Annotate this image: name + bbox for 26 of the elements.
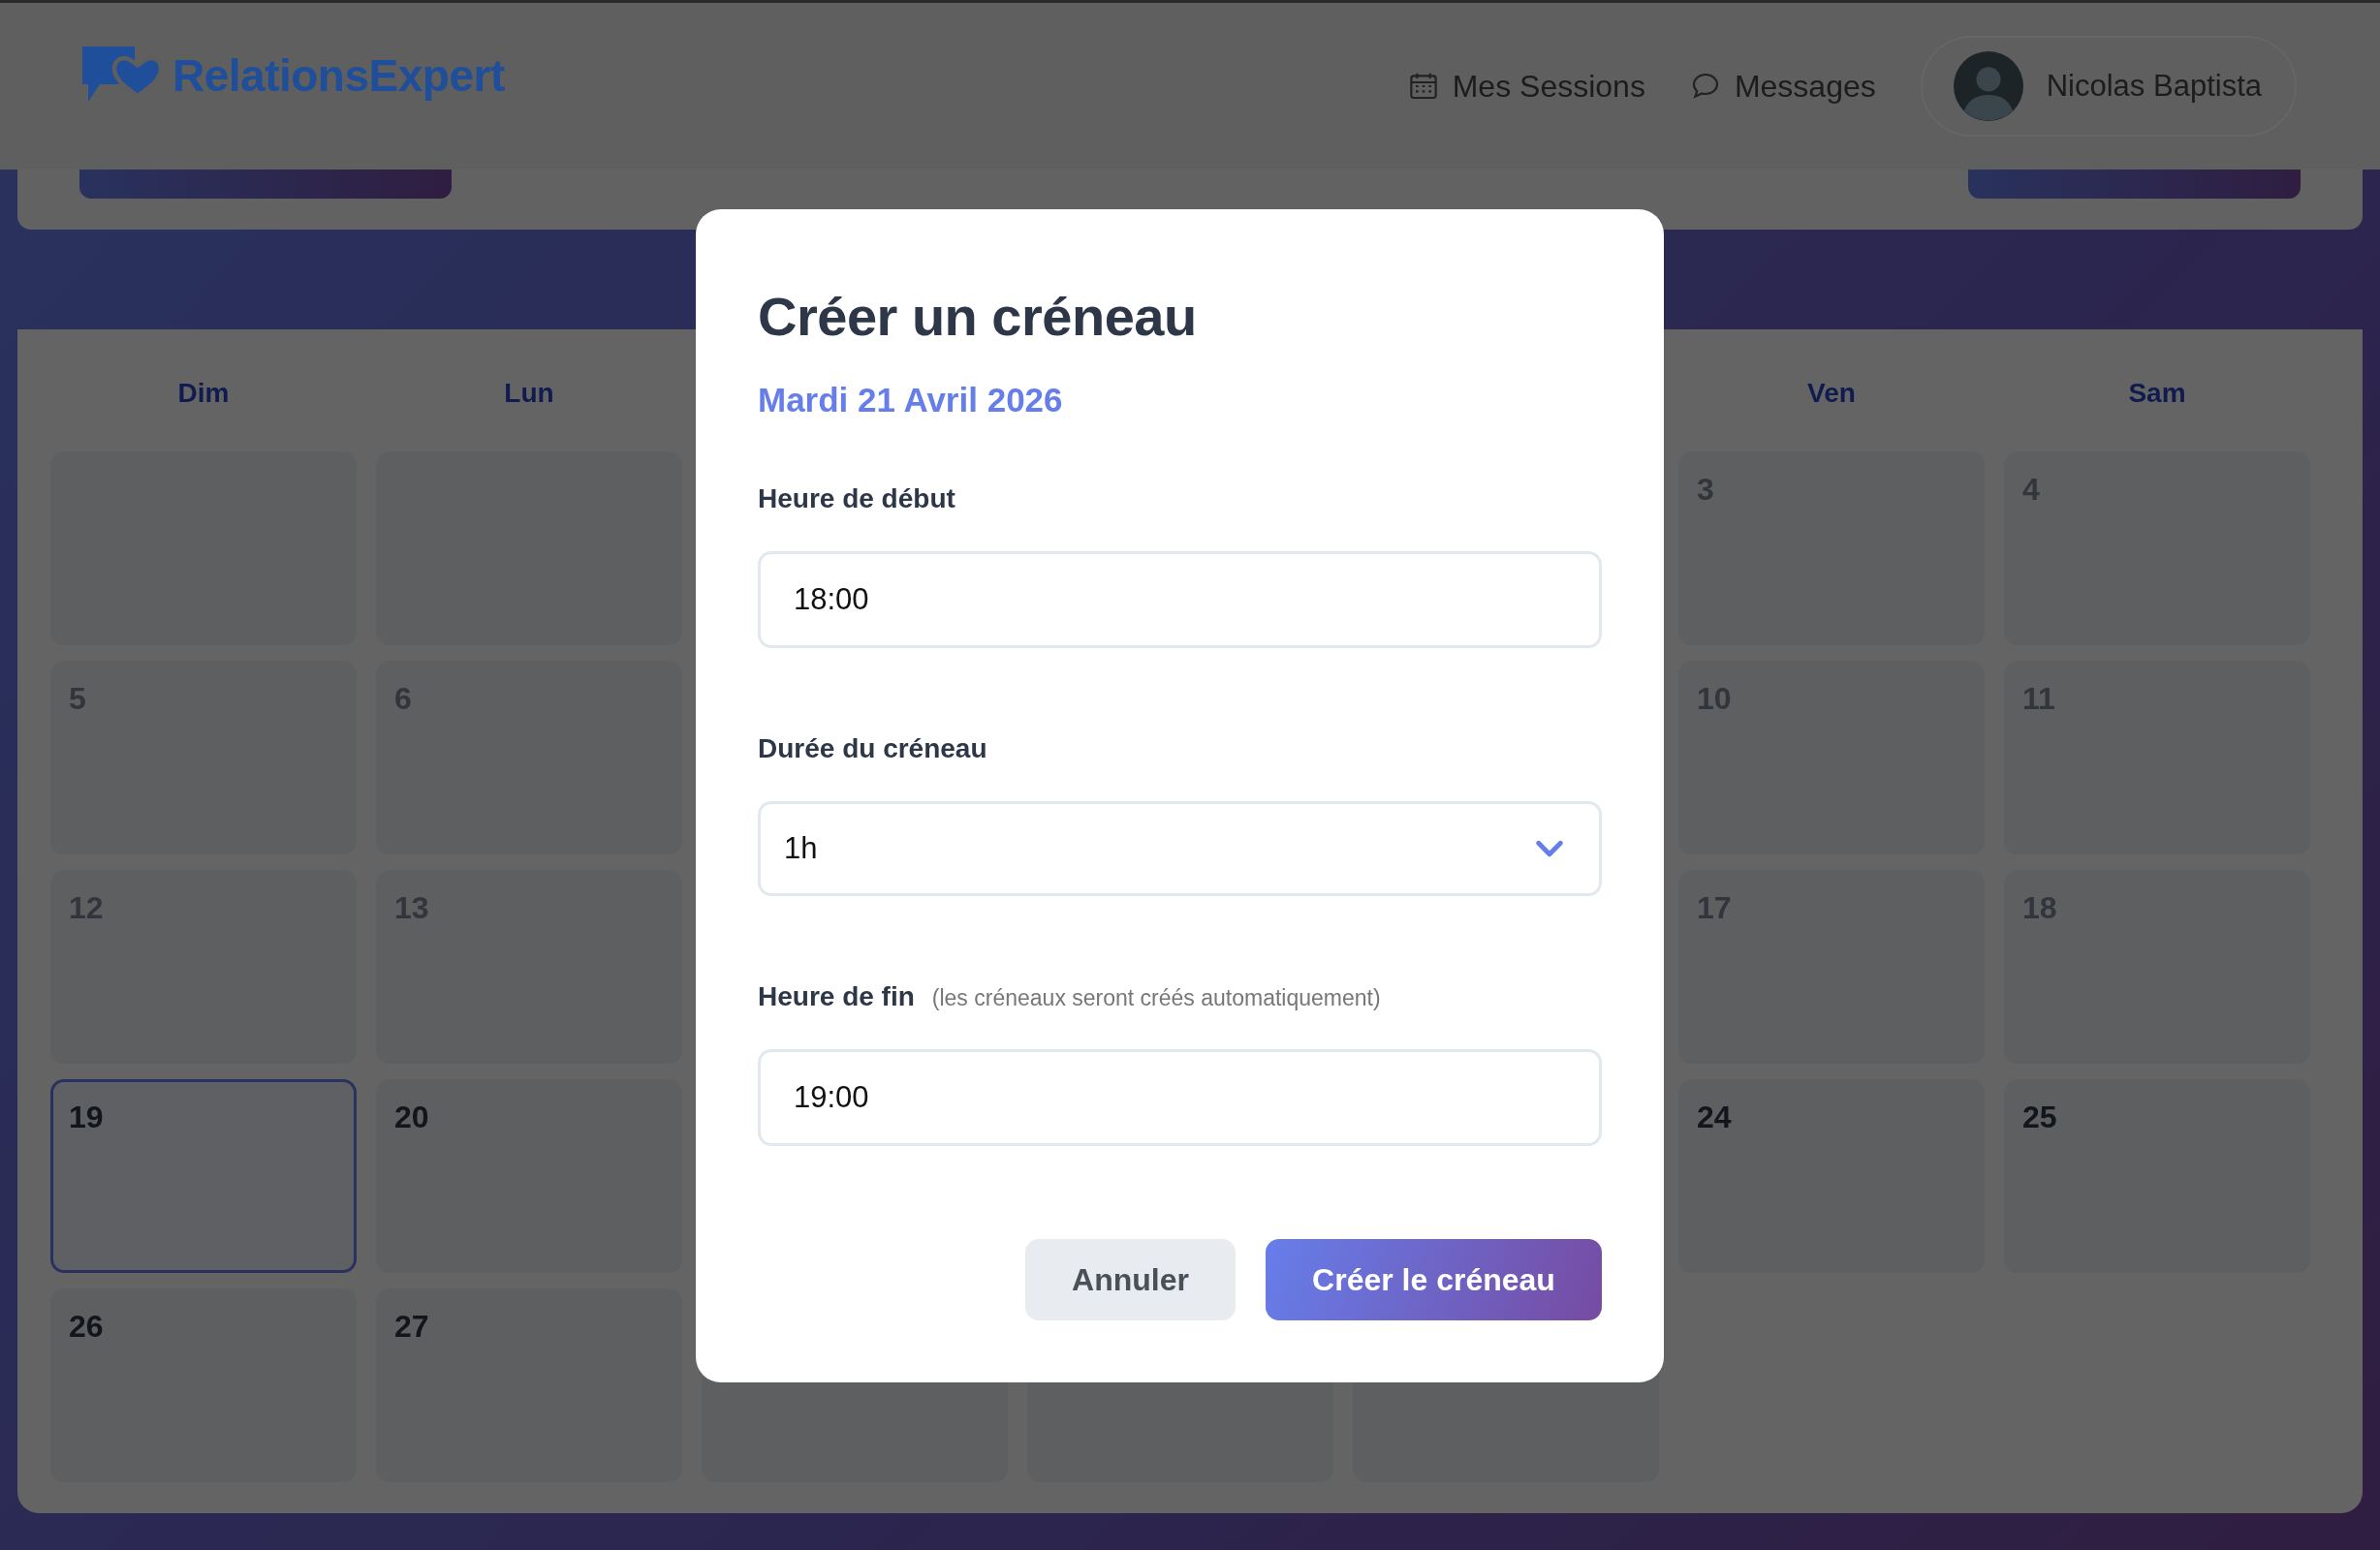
duration-select[interactable]: 1h: [758, 801, 1602, 896]
weekday-label: Ven: [1806, 377, 1857, 409]
selected-date: Mardi 21 Avril 2026: [758, 381, 1064, 419]
calendar-day-cell[interactable]: 20: [376, 1079, 682, 1273]
field-label: Heure de début: [758, 483, 955, 514]
nav-link[interactable]: Mes Sessions: [1407, 68, 1645, 105]
weekday-label: Lun: [503, 377, 555, 409]
dialog-title: Créer un créneau: [758, 285, 1198, 348]
calendar-day-cell[interactable]: 26: [50, 1288, 357, 1482]
field-hint: (les créneaux seront créés automatiquement): [931, 985, 1381, 1011]
weekday-label: Dim: [176, 377, 231, 409]
weekday-label: Sam: [2127, 377, 2187, 409]
calendar-day-cell[interactable]: 24: [1678, 1079, 1985, 1273]
create-slot-button[interactable]: Créer le créneau: [1266, 1239, 1602, 1320]
calendar-day-cell[interactable]: 27: [376, 1288, 682, 1482]
avatar-icon: [1953, 51, 2023, 121]
field-label: Durée du créneau: [758, 733, 987, 764]
time-input[interactable]: 18:00: [758, 551, 1602, 648]
calendar-day-cell[interactable]: 25: [2004, 1079, 2310, 1273]
nav-link[interactable]: Messages: [1689, 68, 1876, 105]
cancel-button[interactable]: Annuler: [1025, 1239, 1236, 1320]
calendar-day-cell[interactable]: 19: [50, 1079, 357, 1273]
calendar-icon: [1407, 71, 1439, 102]
user-menu-button[interactable]: Nicolas Baptista: [1920, 36, 2297, 137]
time-input[interactable]: 19:00: [758, 1049, 1602, 1146]
field-label: Heure de fin: [758, 981, 915, 1012]
